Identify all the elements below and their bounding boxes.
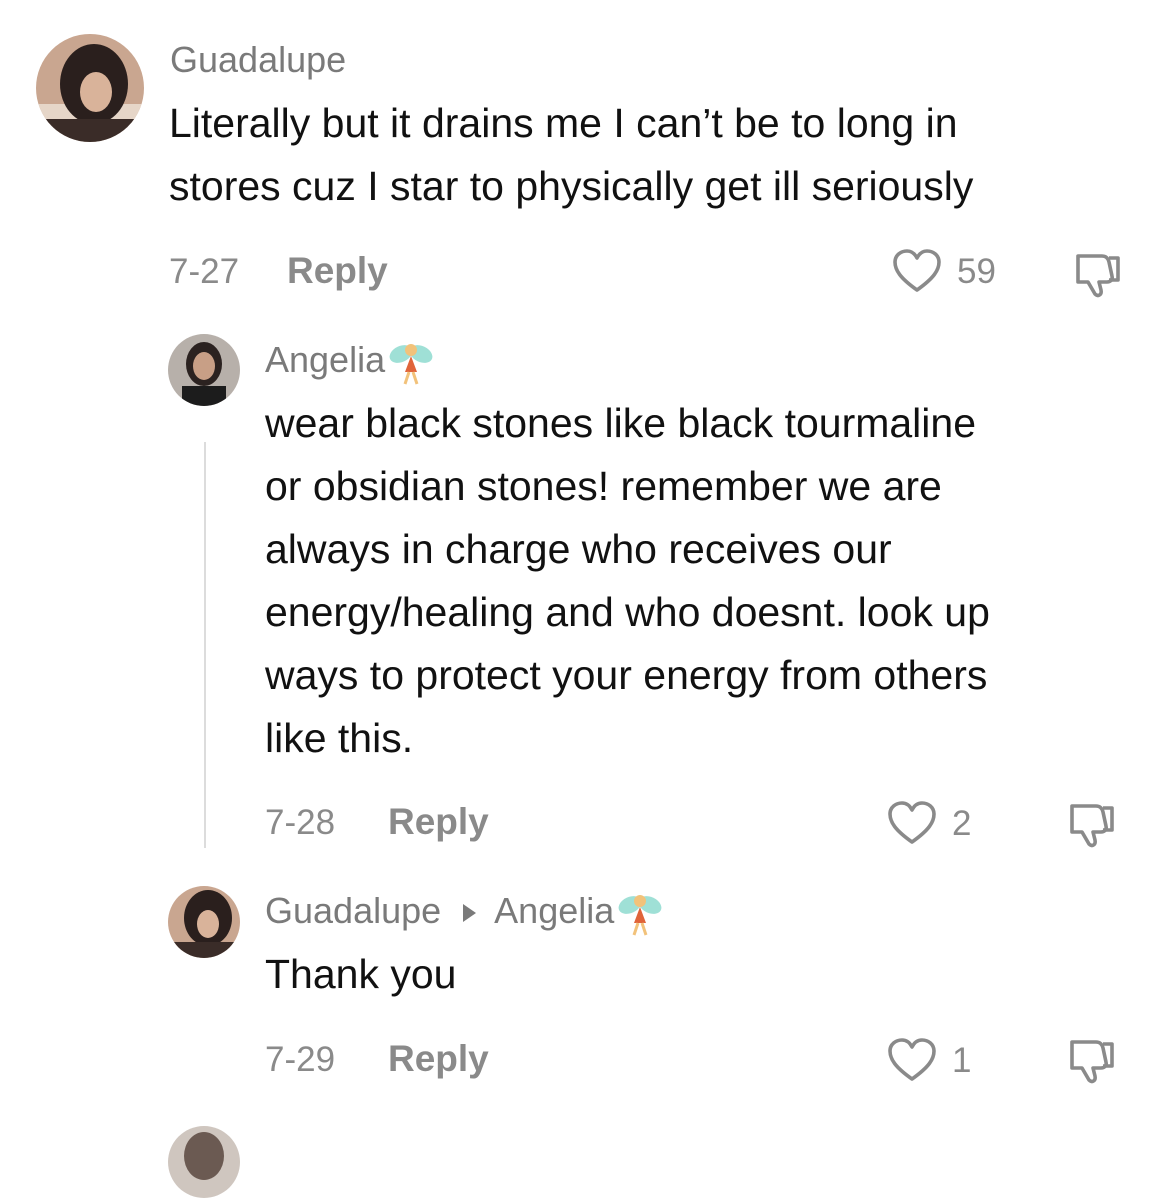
like-button[interactable]: 2 (887, 800, 987, 846)
reply-button[interactable]: Reply (388, 800, 489, 844)
thread-line (204, 442, 206, 848)
comment-text: wear black stones like black tourmaline … (265, 392, 990, 770)
like-count: 2 (952, 804, 972, 843)
like-button[interactable]: 1 (887, 1037, 987, 1083)
fairy-emoji-icon (618, 895, 662, 936)
avatar[interactable] (168, 1126, 240, 1198)
comment-username-text: Angelia (265, 339, 386, 380)
comment-text-line: like this. (265, 715, 414, 761)
avatar-image (168, 886, 240, 958)
avatar[interactable] (168, 886, 240, 958)
comment-username[interactable]: Guadalupe (170, 38, 346, 82)
comment-text-line: ways to protect your energy from others (265, 652, 988, 698)
comment-text-line: Literally but it drains me I can’t be to… (169, 100, 958, 146)
comment-text-line: Thank you (265, 951, 457, 997)
reply-arrow-icon (463, 904, 477, 923)
like-button[interactable]: 59 (892, 248, 1012, 294)
comment-text: Literally but it drains me I can’t be to… (169, 92, 973, 218)
like-count: 59 (957, 252, 996, 291)
reply-to-username[interactable]: Angelia (494, 890, 614, 931)
heart-outline-icon (893, 249, 941, 292)
comment-text-line: stores cuz I star to physically get ill … (169, 163, 974, 209)
like-count: 1 (952, 1041, 972, 1080)
heart-outline-icon (888, 1038, 936, 1081)
reply-username-row: Guadalupe Angelia (265, 889, 664, 937)
avatar-image (168, 1126, 240, 1198)
fairy-emoji-icon (389, 344, 433, 385)
avatar[interactable] (36, 34, 144, 142)
heart-outline-icon (888, 801, 936, 844)
reply-button[interactable]: Reply (388, 1037, 489, 1081)
avatar-image (36, 34, 144, 142)
comment-username[interactable]: Guadalupe (265, 890, 441, 931)
comment-text-line: always in charge who receives our (265, 526, 892, 572)
avatar-image (168, 334, 240, 406)
avatar[interactable] (168, 334, 240, 406)
comment-text-line: or obsidian stones! remember we are (265, 463, 942, 509)
comment-date: 7-28 (265, 803, 336, 842)
comment-text: Thank you (265, 943, 456, 1006)
comment-date: 7-27 (169, 252, 240, 291)
comment-username[interactable]: Angelia (265, 338, 435, 386)
thumbs-down-icon[interactable] (1072, 250, 1124, 300)
comment-text-line: energy/healing and who doesnt. look up (265, 589, 990, 635)
reply-button[interactable]: Reply (287, 249, 388, 293)
comment-text-line: wear black stones like black tourmaline (265, 400, 976, 446)
thumbs-down-icon[interactable] (1066, 1036, 1118, 1086)
thumbs-down-icon[interactable] (1066, 800, 1118, 850)
comment-date: 7-29 (265, 1040, 336, 1079)
